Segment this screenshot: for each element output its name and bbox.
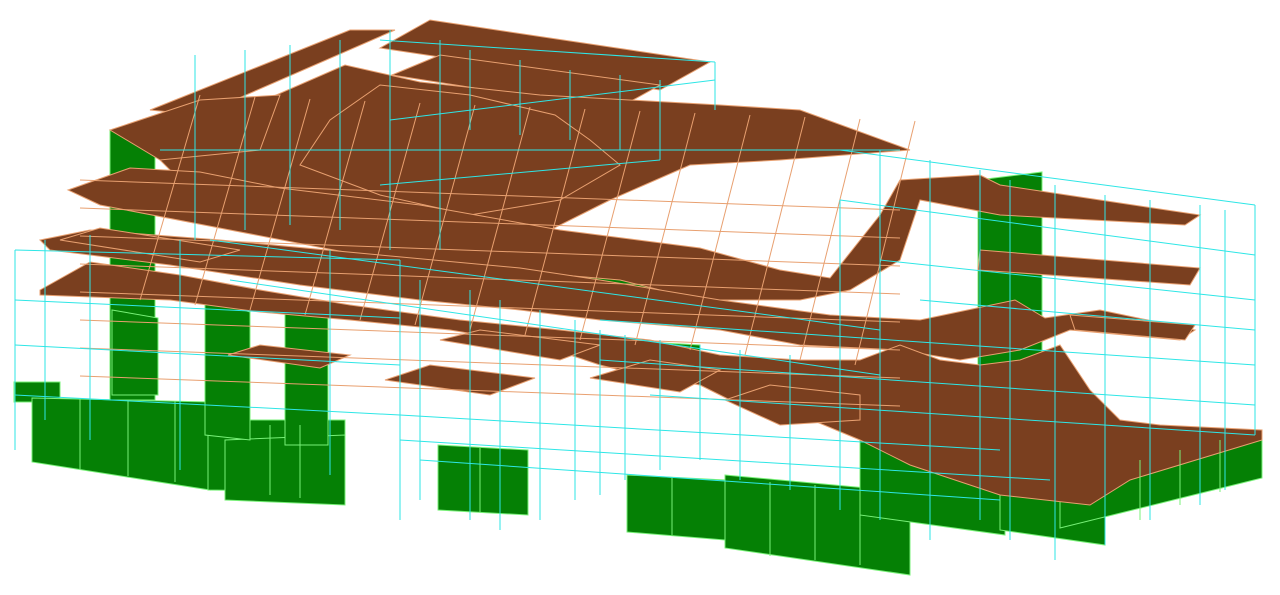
wall-panel: [31, 397, 211, 491]
wall-panel: [437, 444, 529, 516]
model-viewport[interactable]: [0, 0, 1280, 595]
wall-panel: [284, 311, 329, 446]
slab: [384, 364, 536, 396]
wall-panel: [204, 297, 251, 441]
wall-panel: [626, 474, 726, 541]
structural-model-drawing: [13, 19, 1263, 576]
